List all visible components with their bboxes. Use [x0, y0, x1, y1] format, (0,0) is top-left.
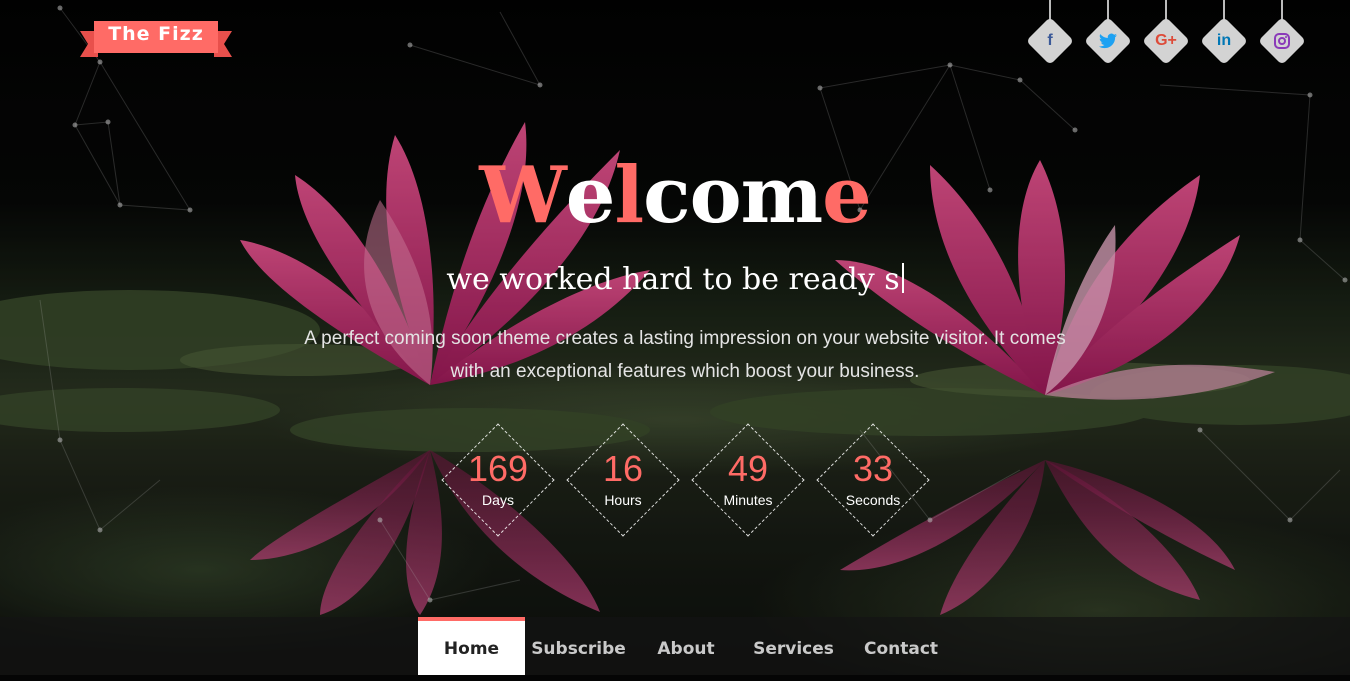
- countdown-label: Days: [482, 492, 514, 508]
- typing-caret: [901, 263, 904, 293]
- google-plus-link[interactable]: G+: [1141, 0, 1191, 66]
- heading-letter: W: [479, 150, 567, 241]
- facebook-link[interactable]: f: [1025, 0, 1075, 66]
- nav-subscribe[interactable]: Subscribe: [527, 617, 630, 675]
- linkedin-icon: in: [1216, 32, 1232, 49]
- countdown-value: 16: [602, 448, 644, 489]
- instagram-link[interactable]: [1257, 0, 1307, 66]
- welcome-heading: Welcome: [0, 148, 1350, 244]
- nav-services[interactable]: Services: [747, 617, 840, 675]
- heading-letter: o: [689, 150, 742, 241]
- countdown-days: 169 Days: [441, 423, 555, 537]
- social-links: f G+ in: [1025, 0, 1307, 66]
- instagram-icon: [1258, 30, 1306, 56]
- twitter-link[interactable]: [1083, 0, 1133, 66]
- countdown-value: 49: [727, 448, 769, 489]
- countdown-value: 169: [467, 448, 529, 489]
- countdown-seconds: 33 Seconds: [816, 423, 930, 537]
- nav-home[interactable]: Home: [418, 617, 525, 675]
- linkedin-link[interactable]: in: [1199, 0, 1249, 66]
- countdown-label: Seconds: [845, 492, 901, 508]
- countdown-label: Hours: [604, 492, 642, 508]
- description-line: with an exceptional features which boost…: [450, 361, 920, 382]
- typing-subtitle: we worked hard to be ready s: [0, 258, 1350, 302]
- countdown-timer: 169 Days 16 Hours 49 Minutes 33 Seconds: [441, 423, 931, 537]
- heading-letter: m: [740, 150, 824, 241]
- heading-letter: e: [565, 150, 616, 241]
- hanging-string: [1049, 0, 1051, 20]
- brand-logo[interactable]: The Fizz: [80, 19, 232, 57]
- bottom-navigation: Home Subscribe About Services Contact: [0, 617, 1350, 675]
- countdown-hours: 16 Hours: [566, 423, 680, 537]
- nav-about[interactable]: About: [646, 617, 726, 675]
- heading-letter: l: [614, 150, 644, 241]
- hanging-string: [1281, 0, 1283, 20]
- google-plus-icon: G+: [1155, 32, 1177, 49]
- hanging-string: [1165, 0, 1167, 20]
- heading-letter: c: [643, 150, 690, 241]
- facebook-icon: f: [1047, 32, 1053, 49]
- heading-letter: e: [822, 150, 872, 241]
- hero-description: A perfect coming soon theme creates a la…: [270, 322, 1100, 388]
- countdown-minutes: 49 Minutes: [691, 423, 805, 537]
- hanging-string: [1223, 0, 1225, 20]
- description-line: A perfect coming soon theme creates a la…: [304, 328, 1066, 349]
- subtitle-text: we worked hard to be ready s: [446, 262, 900, 297]
- countdown-value: 33: [852, 448, 894, 489]
- hanging-string: [1107, 0, 1109, 20]
- brand-name: The Fizz: [108, 23, 204, 45]
- nav-contact[interactable]: Contact: [858, 617, 944, 675]
- countdown-label: Minutes: [723, 492, 773, 508]
- twitter-icon: [1084, 30, 1132, 56]
